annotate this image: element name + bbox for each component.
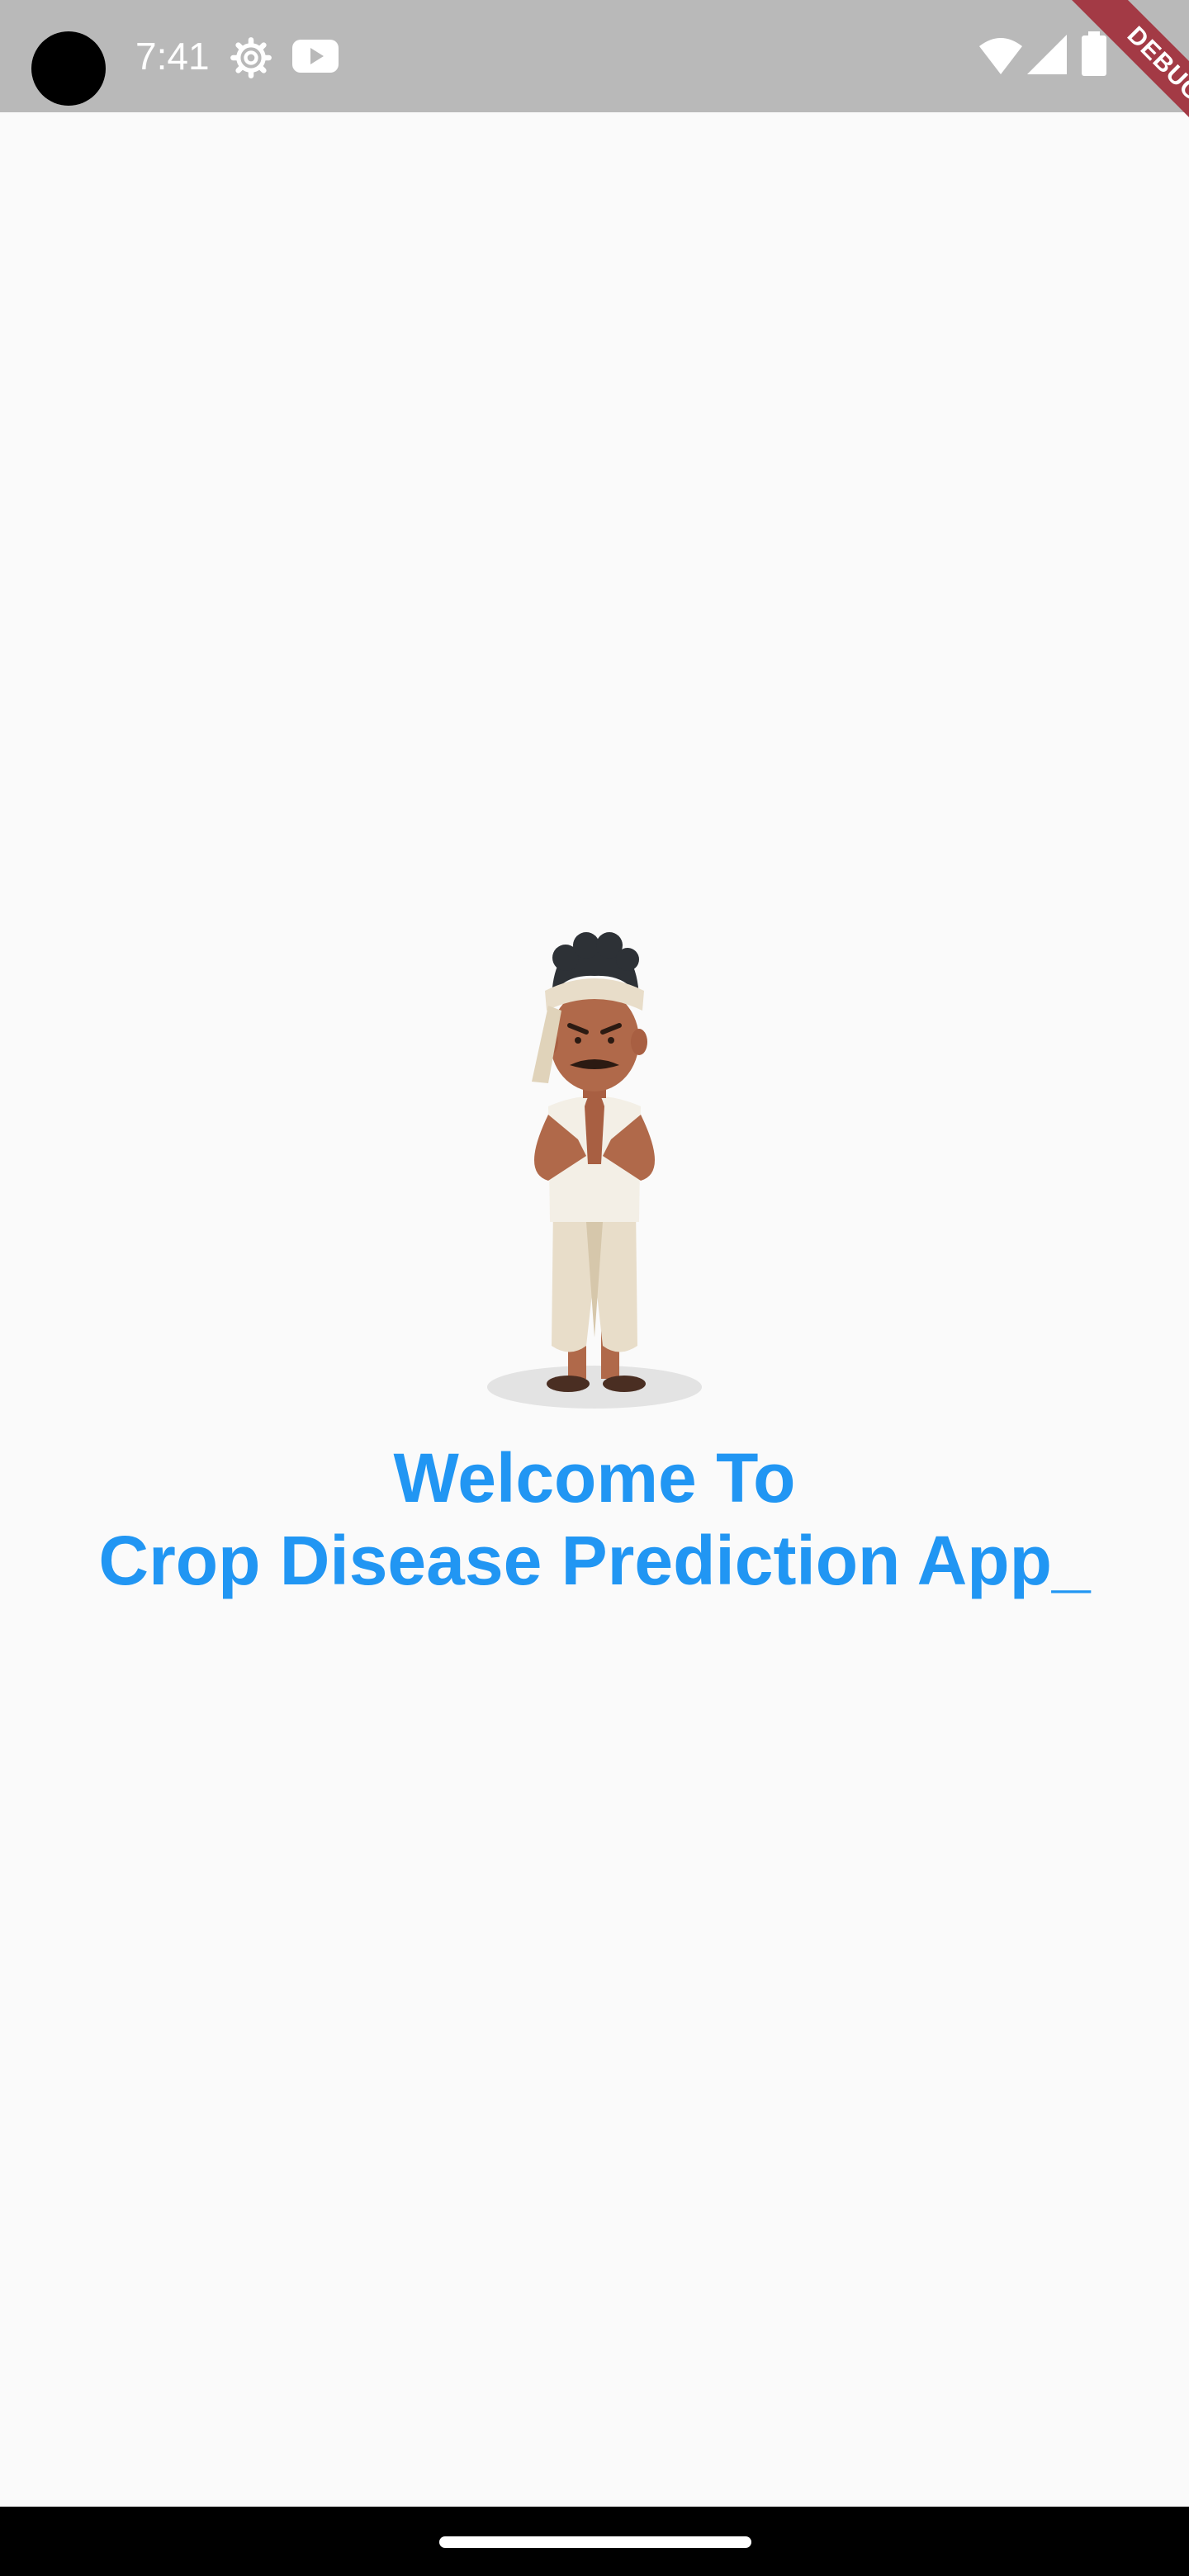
status-time: 7:41 [135,35,210,78]
home-handle[interactable] [439,2536,751,2548]
welcome-title: Welcome To Crop Disease Prediction App_ [0,1437,1189,1602]
welcome-line-2: Crop Disease Prediction App_ [98,1522,1091,1599]
farmer-namaste-illustration [487,932,702,1409]
welcome-line-1: Welcome To [393,1439,796,1517]
gear-icon [230,37,272,78]
camera-cutout [31,31,106,106]
debug-label: DEBUG [1050,0,1189,178]
navigation-bar [0,2507,1189,2576]
youtube-icon [292,40,339,73]
debug-banner: DEBUG [1007,0,1189,182]
